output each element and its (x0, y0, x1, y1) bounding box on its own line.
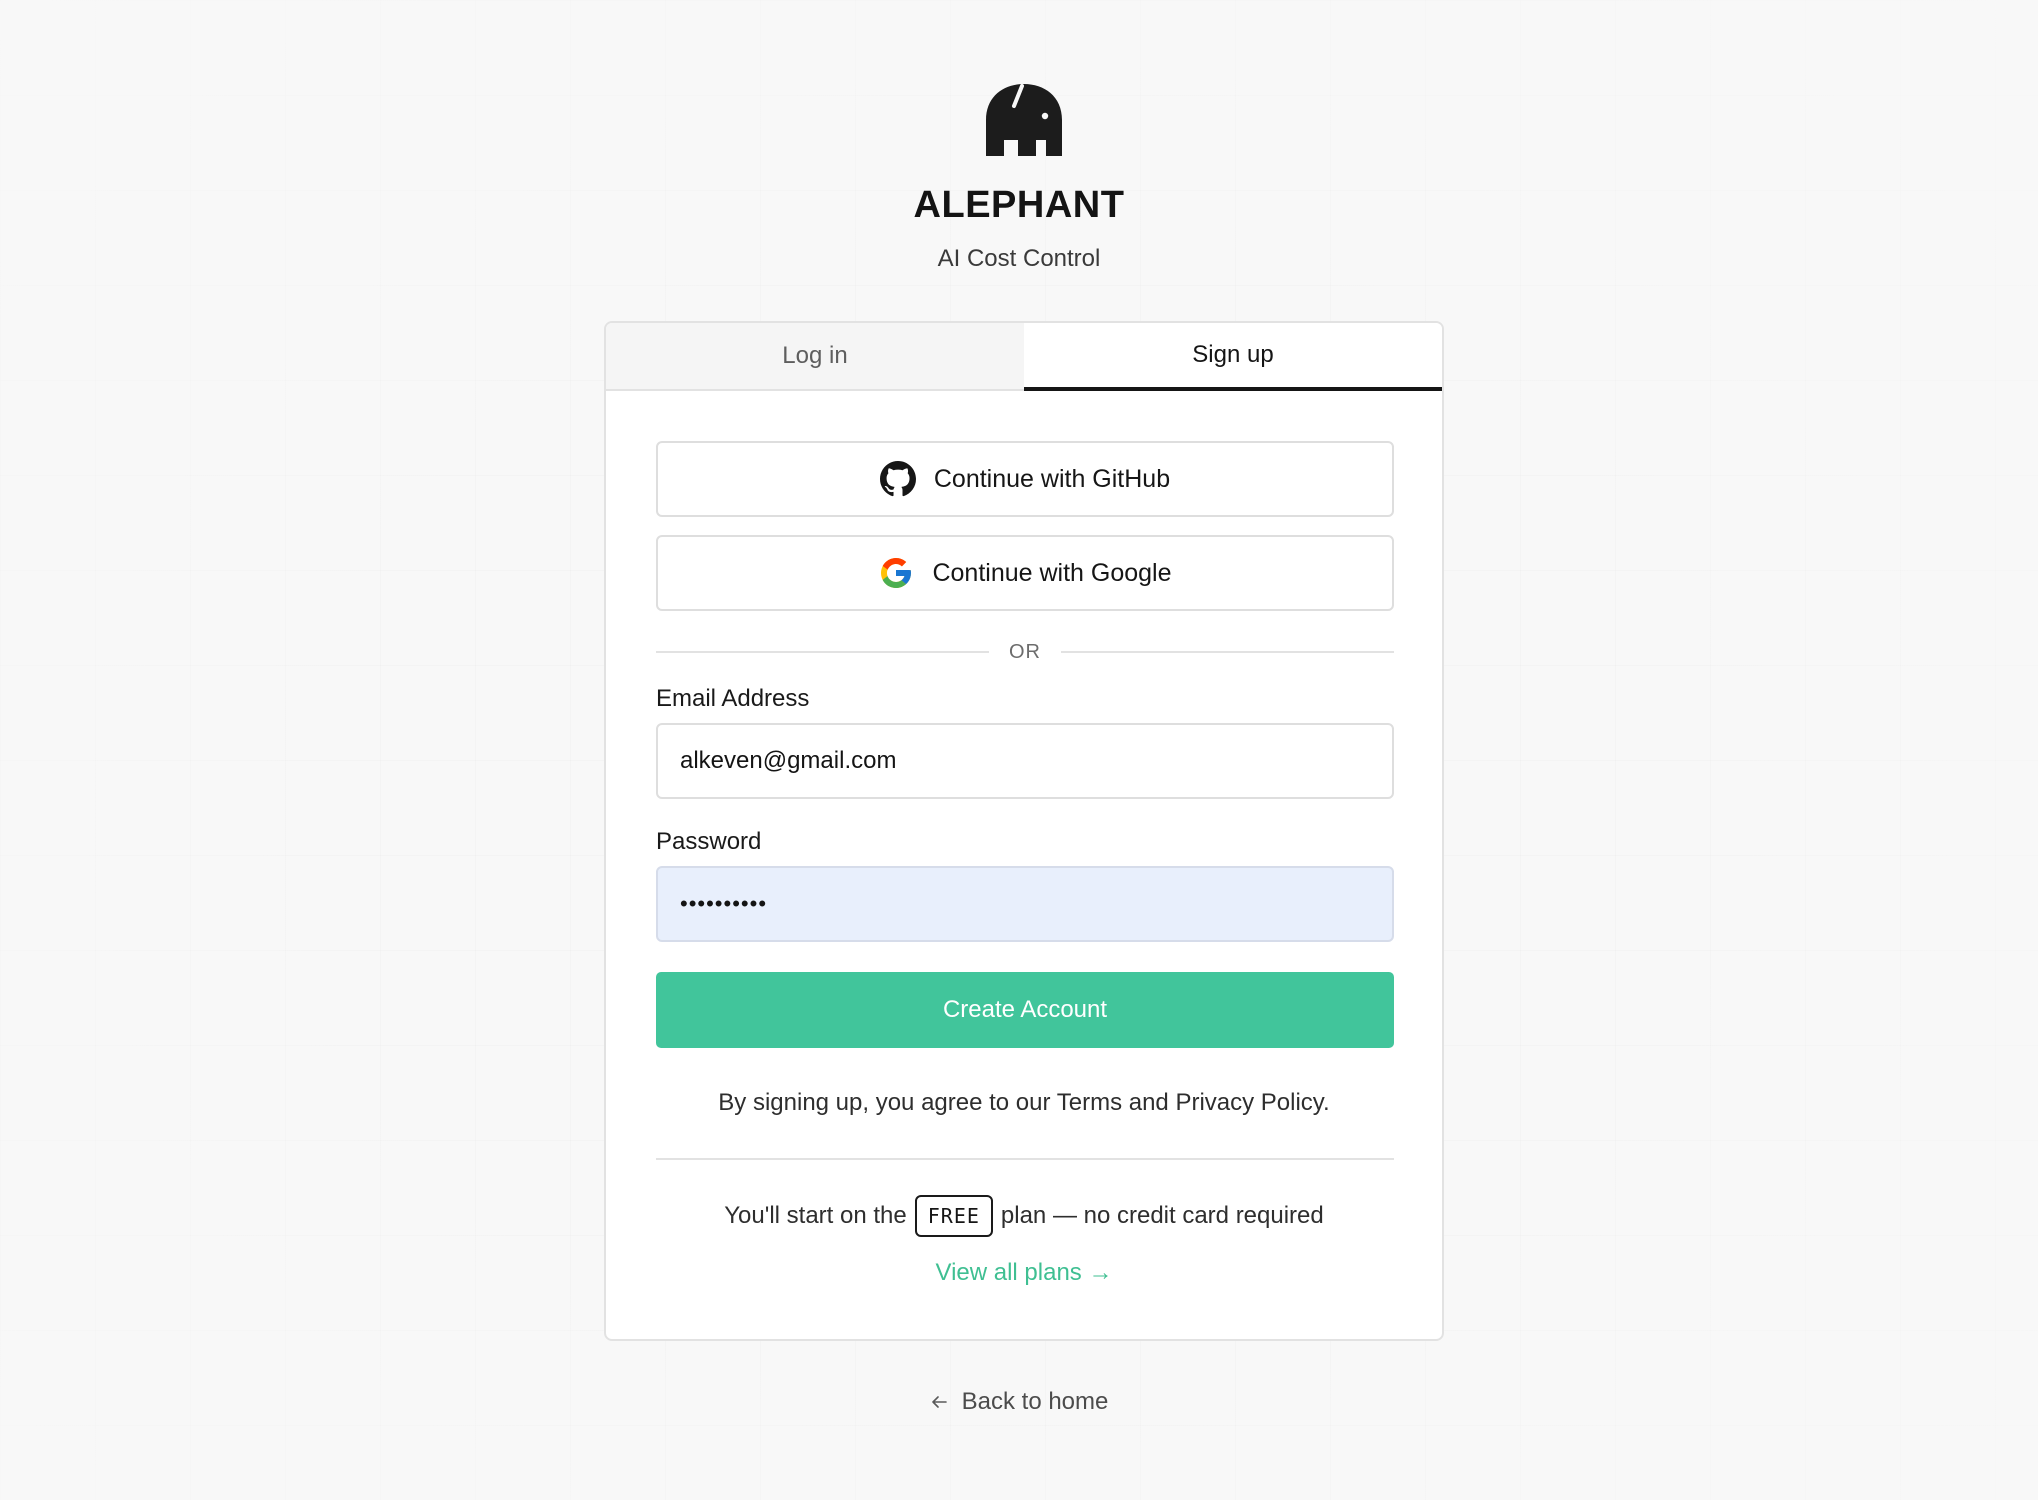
plan-prefix: You'll start on the (724, 1202, 907, 1229)
google-signin-button[interactable]: Continue with Google (656, 535, 1394, 611)
google-button-label: Continue with Google (932, 558, 1172, 587)
arrow-left-icon (931, 1396, 947, 1408)
section-divider (656, 1158, 1394, 1160)
or-line-right (1061, 651, 1394, 653)
brand-name: ALEPHANT (913, 184, 1125, 226)
brand-tagline: AI Cost Control (937, 245, 1101, 272)
elephant-logo-icon (986, 84, 1062, 156)
back-to-home-label: Back to home (961, 1388, 1109, 1415)
google-icon (881, 558, 912, 588)
view-all-plans-link[interactable]: View all plans → (606, 1259, 1442, 1287)
create-account-button[interactable]: Create Account (656, 972, 1394, 1048)
tab-log-in[interactable]: Log in (606, 323, 1024, 391)
terms-text: By signing up, you agree to our Terms an… (718, 1089, 1330, 1116)
email-field[interactable]: alkeven@gmail.com (656, 723, 1394, 799)
password-field[interactable]: •••••••••• (656, 866, 1394, 942)
github-icon (879, 461, 916, 497)
or-text: OR (1009, 640, 1041, 663)
github-button-label: Continue with GitHub (933, 464, 1171, 493)
plan-suffix: plan — no credit card required (1000, 1202, 1324, 1229)
auth-card: Log in Sign up Continue with GitHub Cont… (604, 321, 1444, 1341)
or-line-left (656, 651, 989, 653)
email-label: Email Address (656, 685, 810, 712)
signup-page: ALEPHANT AI Cost Control Log in Sign up … (0, 0, 2038, 1500)
password-label: Password (656, 828, 762, 855)
free-plan-badge: FREE (914, 1195, 993, 1237)
plan-info: You'll start on the FREE plan — no credi… (606, 1195, 1442, 1237)
auth-tabs: Log in Sign up (606, 323, 1442, 391)
tab-sign-up[interactable]: Sign up (1024, 323, 1442, 391)
github-signin-button[interactable]: Continue with GitHub (656, 441, 1394, 517)
or-divider: OR (656, 637, 1394, 667)
back-to-home-link[interactable]: Back to home (0, 1388, 2038, 1416)
